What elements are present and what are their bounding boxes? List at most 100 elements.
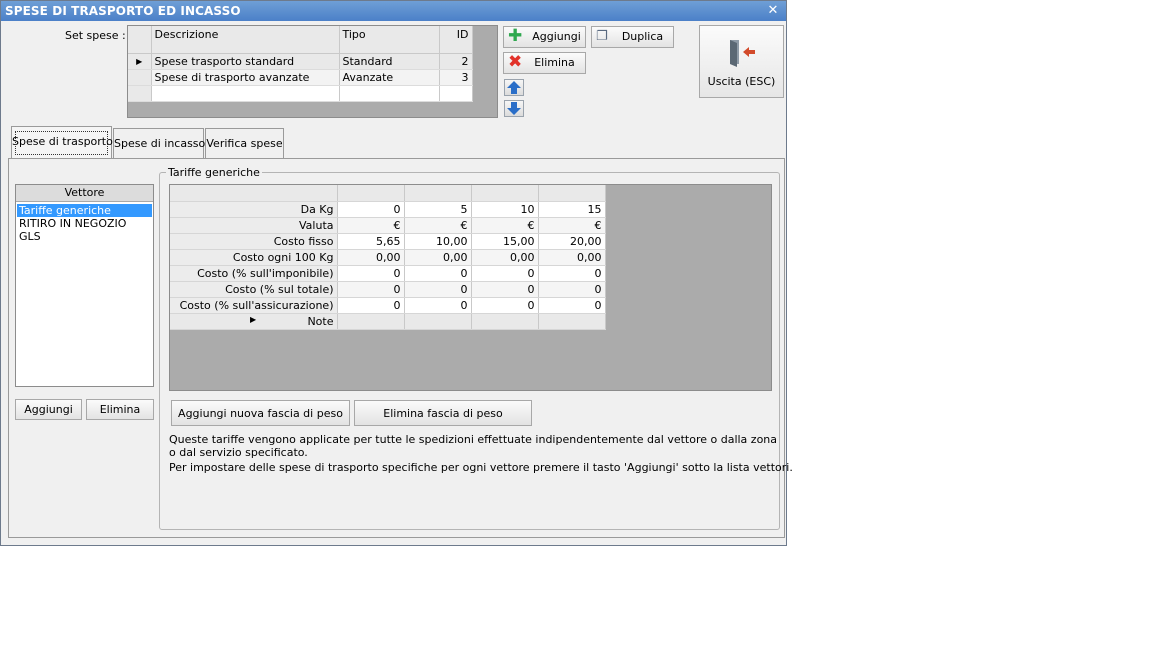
column-header[interactable] <box>337 185 405 202</box>
delete-vettore-button[interactable]: Elimina <box>86 399 154 420</box>
tab-verifica-spese[interactable]: Verifica spese <box>205 128 284 159</box>
table-cell[interactable]: 0 <box>538 281 606 298</box>
table-cell[interactable]: 0 <box>337 265 405 282</box>
column-header-descrizione[interactable]: Descrizione <box>151 26 340 54</box>
row-header: ▶ Note <box>170 313 338 330</box>
row-header: Costo fisso <box>170 233 338 250</box>
table-cell[interactable]: 20,00 <box>538 233 606 250</box>
table-cell[interactable]: 0,00 <box>471 249 539 266</box>
table-row[interactable]: ▶ Spese trasporto standard Standard 2 <box>128 53 473 70</box>
move-up-button[interactable] <box>504 79 524 96</box>
tab-spese-di-incasso[interactable]: Spese di incasso <box>113 128 205 159</box>
table-cell[interactable] <box>337 313 405 330</box>
vettore-list[interactable]: Vettore Tariffe generiche RITIRO IN NEGO… <box>15 184 154 387</box>
exit-door-icon <box>729 40 755 67</box>
row-header: Costo (% sull'imponibile) <box>170 265 338 282</box>
row-indicator <box>128 69 152 86</box>
table-cell[interactable]: 15,00 <box>471 233 539 250</box>
delete-set-label: Elimina <box>534 56 575 69</box>
cell-tipo[interactable] <box>339 85 440 102</box>
cell-tipo[interactable]: Standard <box>339 53 440 70</box>
table-cell[interactable]: 0,00 <box>404 249 472 266</box>
close-icon[interactable]: ✕ <box>766 1 780 21</box>
arrow-down-icon <box>507 102 521 115</box>
table-cell[interactable]: 10 <box>471 201 539 218</box>
column-header-id[interactable]: ID <box>439 26 473 54</box>
set-spese-label: Set spese : <box>65 29 126 42</box>
list-item[interactable]: GLS <box>17 230 152 243</box>
table-row[interactable]: Costo (% sul totale) 0 0 0 0 <box>170 281 606 298</box>
table-row-new[interactable] <box>128 85 473 102</box>
cell-descrizione[interactable]: Spese trasporto standard <box>151 53 340 70</box>
table-cell[interactable]: 15 <box>538 201 606 218</box>
table-row[interactable]: Costo fisso 5,65 10,00 15,00 20,00 <box>170 233 606 250</box>
add-set-button[interactable]: ✚ Aggiungi <box>503 26 586 48</box>
title-bar: SPESE DI TRASPORTO ED INCASSO <box>1 1 786 21</box>
table-cell[interactable]: € <box>337 217 405 234</box>
table-cell[interactable]: 0 <box>337 201 405 218</box>
table-cell[interactable] <box>471 313 539 330</box>
table-cell[interactable]: 0 <box>471 281 539 298</box>
move-down-button[interactable] <box>504 100 524 117</box>
copy-icon: ❐ <box>596 29 608 44</box>
set-spese-grid[interactable]: Descrizione Tipo ID ▶ Spese trasporto st… <box>127 25 498 118</box>
column-header[interactable] <box>471 185 539 202</box>
cell-tipo[interactable]: Avanzate <box>339 69 440 86</box>
row-header: Da Kg <box>170 201 338 218</box>
table-row-note[interactable]: ▶ Note <box>170 313 606 330</box>
table-cell[interactable] <box>404 313 472 330</box>
arrow-up-icon <box>507 81 521 94</box>
table-cell[interactable]: 0 <box>538 265 606 282</box>
add-weight-band-button[interactable]: Aggiungi nuova fascia di peso <box>171 400 350 426</box>
table-cell[interactable]: 0 <box>538 297 606 314</box>
table-cell[interactable]: € <box>538 217 606 234</box>
cell-id[interactable] <box>439 85 473 102</box>
delete-x-icon: ✖ <box>508 52 523 72</box>
table-cell[interactable]: 0 <box>404 297 472 314</box>
row-header: Costo ogni 100 Kg <box>170 249 338 266</box>
table-cell[interactable]: 0 <box>337 281 405 298</box>
exit-button[interactable]: Uscita (ESC) <box>699 25 784 98</box>
table-cell[interactable]: 0 <box>471 265 539 282</box>
table-row[interactable]: Costo (% sull'assicurazione) 0 0 0 0 <box>170 297 606 314</box>
table-cell[interactable]: 0 <box>337 297 405 314</box>
table-cell[interactable]: 5,65 <box>337 233 405 250</box>
table-cell[interactable]: 0,00 <box>538 249 606 266</box>
tab-spese-di-trasporto[interactable]: Spese di trasporto <box>11 126 113 159</box>
cell-descrizione[interactable]: Spese di trasporto avanzate <box>151 69 340 86</box>
delete-weight-band-button[interactable]: Elimina fascia di peso <box>354 400 532 426</box>
current-row-indicator-icon: ▶ <box>128 53 152 70</box>
table-row[interactable]: Costo ogni 100 Kg 0,00 0,00 0,00 0,00 <box>170 249 606 266</box>
table-row[interactable]: Costo (% sull'imponibile) 0 0 0 0 <box>170 265 606 282</box>
row-header: Costo (% sul totale) <box>170 281 338 298</box>
table-cell[interactable]: 5 <box>404 201 472 218</box>
duplicate-set-button[interactable]: ❐ Duplica <box>591 26 674 48</box>
list-item[interactable]: RITIRO IN NEGOZIO <box>17 217 152 230</box>
info-text-line: Queste tariffe vengono applicate per tut… <box>169 433 778 446</box>
vettore-list-header: Vettore <box>16 185 153 202</box>
table-row[interactable]: Valuta € € € € <box>170 217 606 234</box>
table-cell[interactable]: 0,00 <box>337 249 405 266</box>
column-header[interactable] <box>538 185 606 202</box>
duplicate-set-label: Duplica <box>621 30 664 43</box>
table-cell[interactable]: 10,00 <box>404 233 472 250</box>
table-cell[interactable]: 0 <box>404 265 472 282</box>
table-cell[interactable] <box>538 313 606 330</box>
cell-id[interactable]: 3 <box>439 69 473 86</box>
table-cell[interactable]: 0 <box>471 297 539 314</box>
table-row[interactable]: Spese di trasporto avanzate Avanzate 3 <box>128 69 473 86</box>
list-item[interactable]: Tariffe generiche <box>17 204 152 217</box>
delete-set-button[interactable]: ✖ Elimina <box>503 52 586 74</box>
tariffe-grid[interactable]: Da Kg 0 5 10 15 Valuta € € € € Costo fis… <box>169 184 772 391</box>
add-vettore-button[interactable]: Aggiungi <box>15 399 82 420</box>
column-header-tipo[interactable]: Tipo <box>339 26 440 54</box>
cell-id[interactable]: 2 <box>439 53 473 70</box>
table-cell[interactable]: € <box>404 217 472 234</box>
table-cell[interactable]: 0 <box>404 281 472 298</box>
cell-descrizione[interactable] <box>151 85 340 102</box>
table-row[interactable]: Da Kg 0 5 10 15 <box>170 201 606 218</box>
exit-label: Uscita (ESC) <box>707 75 776 88</box>
column-header[interactable] <box>404 185 472 202</box>
table-cell[interactable]: € <box>471 217 539 234</box>
row-indicator <box>128 85 152 102</box>
